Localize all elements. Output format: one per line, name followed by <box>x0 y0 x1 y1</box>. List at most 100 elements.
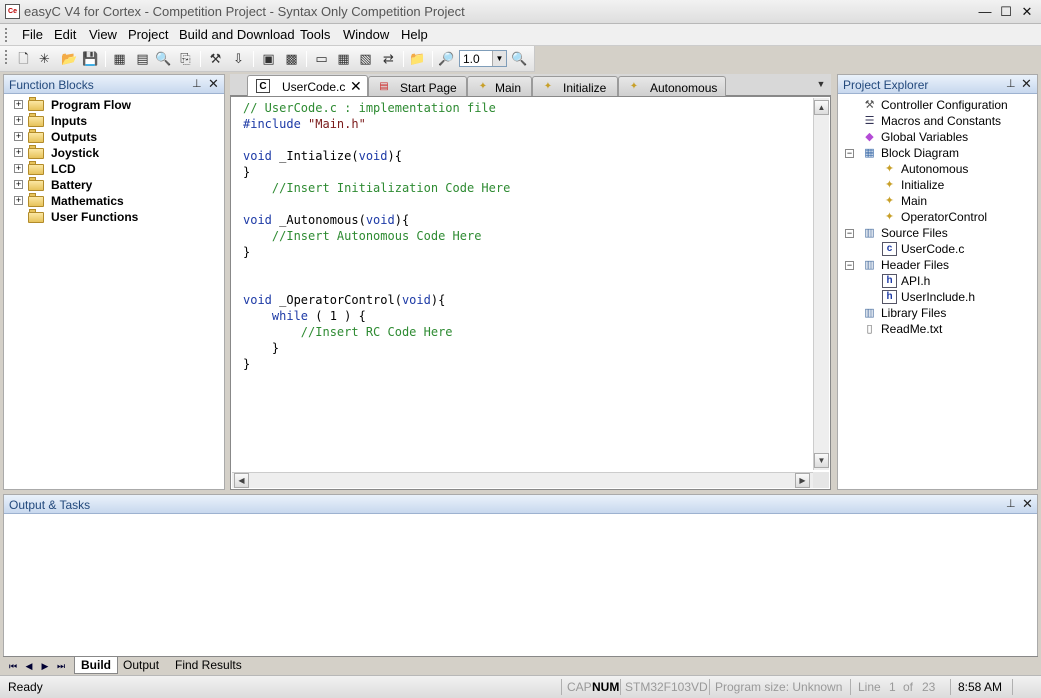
menu-tools[interactable]: Tools <box>300 27 330 42</box>
tab-autonomous[interactable]: ✦ Autonomous <box>618 76 726 96</box>
new-project-icon[interactable]: ✳ <box>36 50 53 67</box>
status-separator <box>1012 679 1013 695</box>
controller-icon[interactable]: ▧ <box>357 50 374 67</box>
code-line[interactable]: while ( 1 ) { <box>243 309 366 325</box>
expand-icon[interactable]: + <box>14 148 23 157</box>
first-tab-icon[interactable]: ⏮ <box>7 660 19 672</box>
scroll-left-icon[interactable]: ◀ <box>234 473 249 488</box>
code-line[interactable]: // UserCode.c : implementation file <box>243 101 496 117</box>
code-line[interactable]: } <box>243 341 279 357</box>
menu-file[interactable]: File <box>22 27 43 42</box>
scroll-right-icon[interactable]: ▶ <box>795 473 810 488</box>
code-line[interactable]: } <box>243 357 250 373</box>
grid-icon[interactable]: ▦ <box>335 50 352 67</box>
terminal-icon[interactable]: ▣ <box>260 50 277 67</box>
editor-tab-strip: C UserCode.c ✕ ▤ Start Page ✦ Main ✦ Ini… <box>230 74 831 97</box>
output-panel: Output & Tasks ⊥ ✕ <box>3 494 1038 657</box>
last-tab-icon[interactable]: ⏭ <box>55 660 67 672</box>
code-line[interactable]: //Insert Initialization Code Here <box>243 181 510 197</box>
project-tree-label: UserCode.c <box>901 242 965 256</box>
flowchart-icon[interactable]: ▦ <box>111 50 128 67</box>
download-icon[interactable]: ⇩ <box>230 50 247 67</box>
menu-build-and-download[interactable]: Build and Download <box>179 27 295 42</box>
pin-icon[interactable]: ⊥ <box>1006 77 1016 90</box>
tab-usercode[interactable]: C UserCode.c ✕ <box>247 75 368 97</box>
close-icon[interactable]: ✕ <box>208 76 219 92</box>
expand-icon[interactable]: + <box>14 196 23 205</box>
chevron-down-icon[interactable]: ▼ <box>492 51 506 66</box>
next-tab-icon[interactable]: ▶ <box>39 660 51 672</box>
function-blocks-panel: Function Blocks ⊥ ✕ + Program Flow + Inputs… <box>3 74 225 490</box>
code-text-area[interactable]: // UserCode.c : implementation file #incl… <box>234 99 814 469</box>
monitor-icon[interactable]: ▭ <box>313 50 330 67</box>
tab-output[interactable]: Output <box>123 657 159 674</box>
prev-tab-icon[interactable]: ◀ <box>23 660 35 672</box>
pin-icon[interactable]: ⊥ <box>1006 497 1016 510</box>
code-line[interactable]: void _Intialize(void){ <box>243 149 402 165</box>
zoom-out-icon[interactable]: 🔍 <box>511 50 528 67</box>
expand-icon[interactable]: + <box>14 132 23 141</box>
tab-list-dropdown-icon[interactable]: ▼ <box>815 79 827 89</box>
collapse-icon[interactable]: − <box>845 261 854 270</box>
scroll-up-icon[interactable]: ▲ <box>814 100 829 115</box>
minimize-button[interactable]: — <box>976 4 994 20</box>
close-icon[interactable]: ✕ <box>1022 496 1033 512</box>
menu-help[interactable]: Help <box>401 27 428 42</box>
code-line[interactable]: //Insert Autonomous Code Here <box>243 229 482 245</box>
menu-edit[interactable]: Edit <box>54 27 76 42</box>
code-line[interactable]: #include "Main.h" <box>243 117 366 133</box>
function-block-label: Program Flow <box>51 98 132 112</box>
tab-start-page[interactable]: ▤ Start Page <box>368 76 467 96</box>
tab-build[interactable]: Build <box>74 657 118 674</box>
zoom-select[interactable]: 1.0 ▼ <box>459 50 507 67</box>
close-icon[interactable]: ✕ <box>1021 76 1032 92</box>
folder-icon[interactable]: 📁 <box>409 50 426 67</box>
code-token: #include <box>243 117 309 131</box>
save-icon[interactable]: 💾 <box>82 50 99 67</box>
tab-find-results[interactable]: Find Results <box>175 657 242 674</box>
h-file-icon: h <box>882 274 897 288</box>
transfer-icon[interactable]: ⇄ <box>380 50 397 67</box>
grid-icon[interactable]: ▩ <box>283 50 300 67</box>
build-icon[interactable]: ⚒ <box>207 50 224 67</box>
find-icon[interactable]: 🔍 <box>155 50 172 67</box>
pin-icon[interactable]: ⊥ <box>192 77 202 90</box>
expand-icon[interactable]: + <box>14 100 23 109</box>
code-token: void <box>243 293 272 307</box>
menu-project[interactable]: Project <box>128 27 168 42</box>
close-tab-icon[interactable]: ✕ <box>350 78 362 95</box>
horizontal-scrollbar[interactable]: ◀ ▶ <box>232 472 814 488</box>
code-token: _OperatorControl( <box>271 293 402 307</box>
status-bar: Ready CAP NUM STM32F103VD Program size: … <box>0 675 1041 698</box>
code-line[interactable]: } <box>243 165 250 181</box>
replace-icon[interactable]: ⎘ <box>177 50 194 67</box>
expand-icon[interactable]: + <box>14 116 23 125</box>
tab-label: Start Page <box>400 81 457 95</box>
collapse-icon[interactable]: − <box>845 149 854 158</box>
code-line[interactable]: void _OperatorControl(void){ <box>243 293 445 309</box>
open-icon[interactable]: 📂 <box>61 50 78 67</box>
tab-main[interactable]: ✦ Main <box>467 76 532 96</box>
code-line[interactable]: //Insert RC Code Here <box>243 325 453 341</box>
output-tab-strip: ⏮ ◀ ▶ ⏭ Build Output Find Results <box>3 656 1038 674</box>
code-editor[interactable]: // UserCode.c : implementation file #incl… <box>230 96 831 490</box>
code-token: ){ <box>387 149 402 163</box>
expand-icon[interactable]: + <box>14 180 23 189</box>
scroll-down-icon[interactable]: ▼ <box>814 453 829 468</box>
close-window-button[interactable]: ✕ <box>1018 4 1036 20</box>
code-token: } <box>243 245 251 259</box>
menu-window[interactable]: Window <box>343 27 389 42</box>
code-line[interactable]: } <box>243 245 250 261</box>
zoom-in-icon[interactable]: 🔎 <box>438 50 455 67</box>
menu-view[interactable]: View <box>89 27 117 42</box>
vertical-scrollbar[interactable]: ▲ ▼ <box>813 98 829 470</box>
tab-initialize[interactable]: ✦ Initialize <box>532 76 618 96</box>
expand-icon[interactable]: + <box>14 164 23 173</box>
collapse-icon[interactable]: − <box>845 229 854 238</box>
code-line[interactable]: void _Autonomous(void){ <box>243 213 409 229</box>
maximize-button[interactable]: ☐ <box>997 4 1015 20</box>
code-token: _Autonomous( <box>271 213 366 227</box>
project-tree-label: UserInclude.h <box>901 290 976 304</box>
new-file-icon[interactable]: 🗋 <box>15 50 32 67</box>
blocks-icon[interactable]: ▤ <box>134 50 151 67</box>
